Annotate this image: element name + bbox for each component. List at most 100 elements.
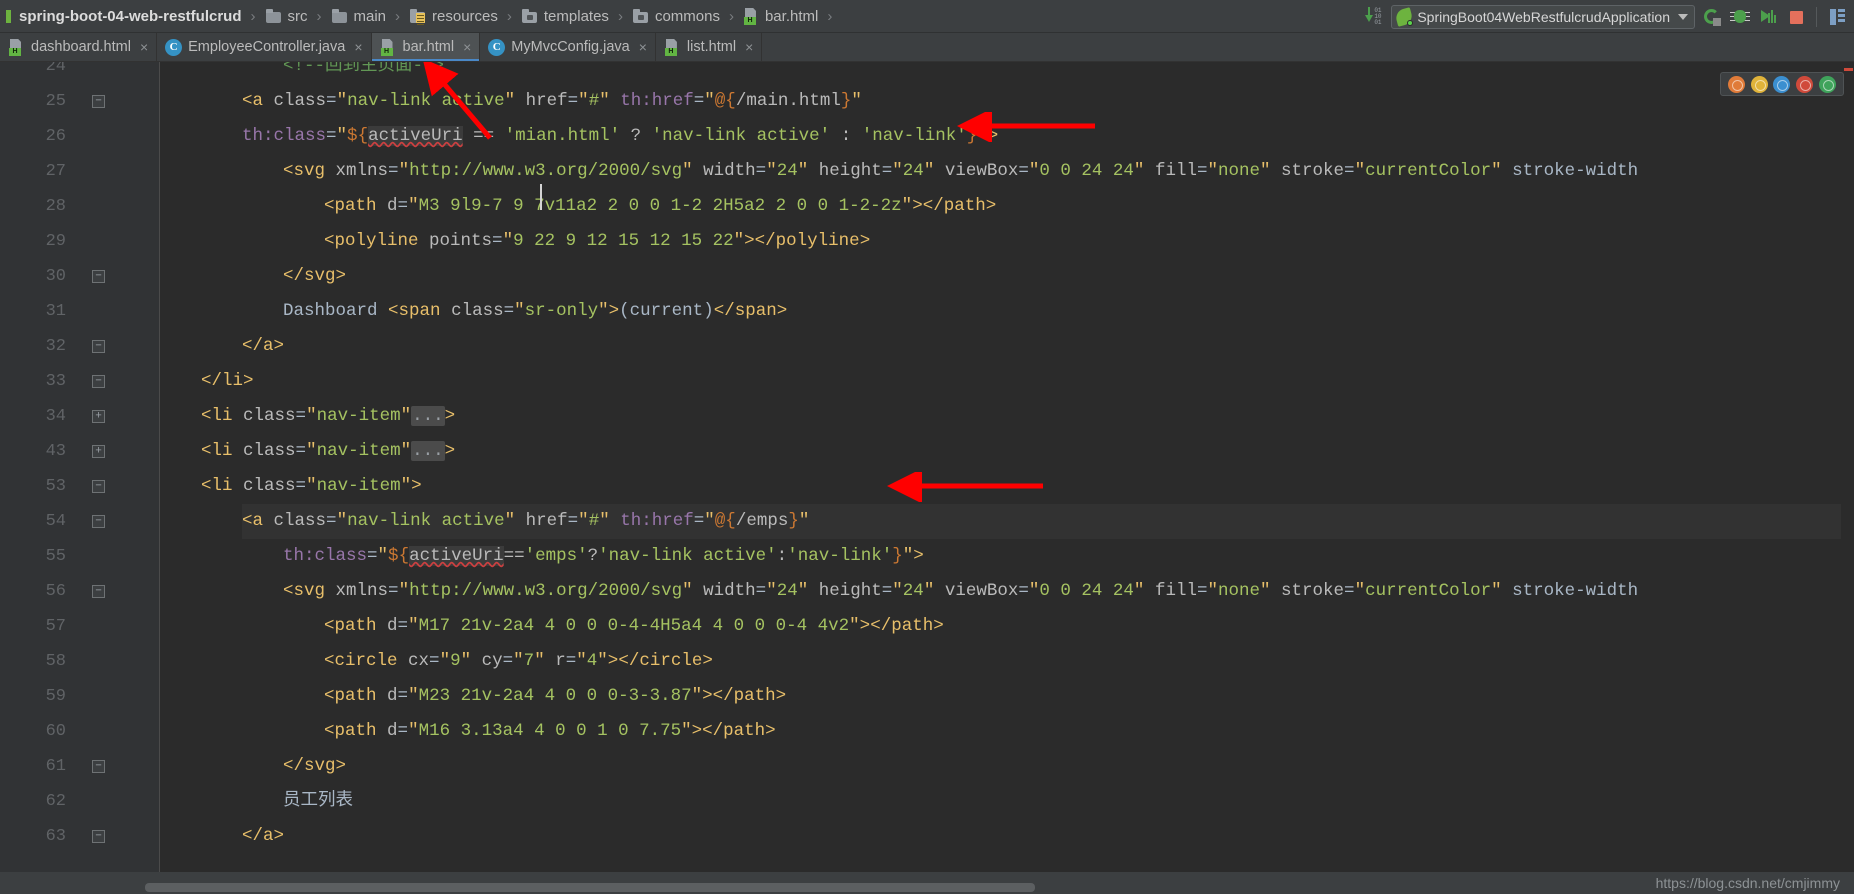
horizontal-scrollbar[interactable] — [0, 880, 1854, 894]
vertical-scrollbar[interactable] — [1841, 124, 1854, 872]
watermark-text: https://blog.csdn.net/cmjimmy — [1655, 875, 1840, 891]
code-line[interactable]: <path d="M17 21v-2a4 4 0 0 0-4-4H5a4 4 0… — [324, 609, 944, 644]
tab-label: list.html — [686, 39, 737, 55]
code-line[interactable]: <li class="nav-item"> — [201, 469, 422, 504]
code-line[interactable]: <svg xmlns="http://www.w3.org/2000/svg" … — [283, 154, 1638, 189]
close-icon[interactable]: × — [463, 39, 471, 55]
fold-collapse-icon[interactable]: − — [92, 515, 105, 528]
fold-collapse-icon[interactable]: − — [92, 375, 105, 388]
debug-button[interactable] — [1729, 6, 1751, 28]
tab-bar-html[interactable]: H bar.html × — [371, 33, 481, 61]
inspection-dot-icon[interactable] — [1727, 75, 1745, 93]
code-line[interactable]: </svg> — [283, 259, 346, 294]
editor-gutter[interactable]: 24 25 26 27 28 29 30 31 32 33 34 43 53 54 55 56 57 58 59 60… — [0, 62, 160, 872]
scrollbar-thumb[interactable] — [145, 883, 1035, 892]
idea-window: spring-boot-04-web-restfulcrud › src › m… — [0, 0, 1854, 894]
breadcrumb-item-commons[interactable]: commons — [630, 1, 722, 31]
line-number: 29 — [45, 232, 66, 251]
fold-collapse-icon[interactable]: − — [92, 480, 105, 493]
run-configuration-selector[interactable]: SpringBoot04WebRestfulcrudApplication — [1391, 4, 1695, 29]
code-line[interactable]: th:class="${activeUri == 'mian.html' ? '… — [242, 119, 998, 154]
breadcrumb-separator: › — [617, 7, 623, 25]
breadcrumb-item-resources[interactable]: resources — [407, 1, 500, 31]
top-navigation-bar: spring-boot-04-web-restfulcrud › src › m… — [0, 0, 1854, 33]
folded-code-placeholder: ... — [411, 406, 445, 426]
code-line[interactable]: <!--回到主页面--> — [283, 62, 444, 84]
code-line[interactable]: Dashboard <span class="sr-only">(current… — [283, 294, 787, 329]
close-icon[interactable]: × — [745, 39, 753, 55]
breadcrumb-item-templates[interactable]: templates — [519, 1, 611, 31]
fold-collapse-icon[interactable]: − — [92, 95, 105, 108]
line-number: 58 — [45, 652, 66, 671]
line-number: 30 — [45, 267, 66, 286]
code-line[interactable]: <a class="nav-link active" href="#" th:h… — [242, 504, 1854, 539]
code-line[interactable]: <li class="nav-item"...> — [201, 434, 455, 469]
breadcrumb-item-file[interactable]: H bar.html — [741, 1, 820, 31]
fold-collapse-icon[interactable]: − — [92, 585, 105, 598]
line-number: 57 — [45, 617, 66, 636]
layout-button[interactable] — [1826, 6, 1848, 28]
close-icon[interactable]: × — [354, 39, 362, 55]
fold-collapse-icon[interactable]: − — [92, 340, 105, 353]
line-number: 33 — [45, 372, 66, 391]
fold-collapse-icon[interactable]: − — [92, 270, 105, 283]
line-number: 56 — [45, 582, 66, 601]
inspection-dot-icon[interactable] — [1796, 75, 1814, 93]
breadcrumb-item-src[interactable]: src — [263, 1, 310, 31]
code-content[interactable]: <!--回到主页面--> <a class="nav-link active" h… — [160, 62, 1854, 872]
inspection-widget[interactable] — [1720, 72, 1844, 96]
breadcrumb-separator: › — [827, 7, 833, 25]
inspection-dot-icon[interactable] — [1773, 75, 1791, 93]
code-line[interactable]: <a class="nav-link active" href="#" th:h… — [242, 84, 862, 119]
code-line[interactable]: 员工列表 — [283, 784, 353, 819]
code-line[interactable]: <path d="M16 3.13a4 4 0 0 1 0 7.75"></pa… — [324, 714, 776, 749]
code-line[interactable]: </li> — [201, 364, 254, 399]
run-with-coverage-button[interactable] — [1757, 6, 1779, 28]
fold-expand-icon[interactable]: + — [92, 445, 105, 458]
breadcrumb-separator: › — [728, 7, 734, 25]
code-line[interactable]: <path d="M23 21v-2a4 4 0 0 0-3-3.87"></p… — [324, 679, 786, 714]
tab-mymvcconfig-java[interactable]: C MyMvcConfig.java × — [480, 33, 656, 61]
code-line[interactable]: <svg xmlns="http://www.w3.org/2000/svg" … — [283, 574, 1638, 609]
editor-tab-bar: H dashboard.html × C EmployeeController.… — [0, 33, 1854, 62]
chevron-down-icon[interactable] — [1678, 13, 1688, 20]
breadcrumb-item-module[interactable]: spring-boot-04-web-restfulcrud — [4, 1, 244, 31]
fold-collapse-icon[interactable]: − — [92, 760, 105, 773]
stop-button[interactable] — [1785, 6, 1807, 28]
inspection-dot-icon[interactable] — [1750, 75, 1768, 93]
tab-label: EmployeeController.java — [188, 39, 346, 55]
breadcrumb-label: src — [287, 7, 308, 25]
close-icon[interactable]: × — [639, 39, 647, 55]
code-line[interactable]: </a> — [242, 329, 284, 364]
code-line[interactable]: </svg> — [283, 749, 346, 784]
code-editor[interactable]: 24 25 26 27 28 29 30 31 32 33 34 43 53 54 55 56 57 58 59 60… — [0, 62, 1854, 872]
line-number: 32 — [45, 337, 66, 356]
breadcrumb-label: resources — [432, 7, 498, 25]
inspection-dot-icon[interactable] — [1819, 75, 1837, 93]
tab-list-html[interactable]: H list.html × — [655, 33, 763, 61]
status-bar: https://blog.csdn.net/cmjimmy — [0, 872, 1854, 894]
close-icon[interactable]: × — [140, 39, 148, 55]
tab-dashboard-html[interactable]: H dashboard.html × — [0, 33, 158, 61]
code-line[interactable]: <polyline points="9 22 9 12 15 12 15 22"… — [324, 224, 870, 259]
code-line[interactable]: <li class="nav-item"...> — [201, 399, 455, 434]
code-line[interactable]: </a> — [242, 819, 284, 854]
fold-collapse-icon[interactable]: − — [92, 830, 105, 843]
breadcrumb-label: templates — [543, 7, 609, 25]
fold-expand-icon[interactable]: + — [92, 410, 105, 423]
java-file-icon: C — [165, 38, 183, 56]
tab-employeecontroller-java[interactable]: C EmployeeController.java × — [157, 33, 372, 61]
rerun-button[interactable] — [1701, 6, 1723, 28]
tab-label: MyMvcConfig.java — [511, 39, 630, 55]
breadcrumb-separator: › — [506, 7, 512, 25]
tab-label: bar.html — [402, 39, 455, 55]
update-project-icon[interactable]: 01 10 01 — [1363, 6, 1385, 27]
folder-icon — [521, 8, 539, 24]
line-number: 25 — [45, 92, 66, 111]
code-line[interactable]: <circle cx="9" cy="7" r="4"></circle> — [324, 644, 713, 679]
code-line[interactable]: <path d="M3 9l9-7 9 7v11a2 2 0 0 1-2 2H5… — [324, 189, 996, 224]
breadcrumb-item-main[interactable]: main — [329, 1, 389, 31]
line-number: 62 — [45, 792, 66, 811]
code-line[interactable]: th:class="${activeUri=='emps'?'nav-link … — [283, 539, 924, 574]
stripe-mark[interactable] — [1844, 68, 1853, 71]
